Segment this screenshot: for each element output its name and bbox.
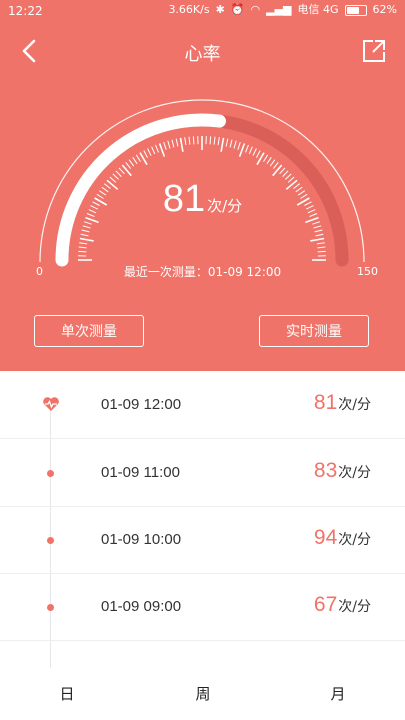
- gauge-tick: [147, 148, 152, 156]
- gauge-tick: [128, 159, 135, 167]
- gauge-tick: [245, 144, 249, 153]
- record-value: 81: [313, 391, 338, 414]
- record-row[interactable]: 01-09 09:00 67次/分: [0, 573, 405, 641]
- period-tabs: 日 周 月: [0, 668, 405, 720]
- tab-week[interactable]: 周: [183, 683, 223, 704]
- record-time: 01-09 12:00: [101, 396, 182, 413]
- live-measure-button[interactable]: 实时测量: [259, 315, 369, 347]
- gauge-tick: [248, 146, 253, 155]
- heart-rate-gauge: [39, 99, 365, 267]
- timeline-dot: [47, 604, 54, 611]
- record-time: 01-09 10:00: [101, 531, 182, 548]
- gauge-tick: [143, 150, 148, 158]
- gauge-tick: [171, 139, 175, 148]
- gauge-tick: [135, 154, 141, 162]
- tab-day[interactable]: 日: [47, 683, 87, 704]
- gauge-max-label: 150: [357, 265, 378, 278]
- record-unit: 次/分: [338, 599, 371, 615]
- gauge-tick: [115, 170, 122, 177]
- gauge-tick: [317, 246, 326, 249]
- gauge-tick: [82, 225, 91, 229]
- gauge-tick: [79, 237, 94, 242]
- record-unit: 次/分: [338, 465, 371, 481]
- last-measured: 最近一次测量：01-09 12:00: [123, 265, 282, 279]
- gauge-tick: [163, 141, 167, 150]
- gauge-tick: [312, 221, 321, 225]
- gauge-tick: [237, 141, 241, 150]
- gauge-tick: [217, 137, 220, 146]
- gauge-tick: [269, 159, 276, 167]
- gauge-tick: [316, 242, 325, 245]
- gauge-tick: [79, 242, 88, 245]
- timeline-dot: [47, 470, 54, 477]
- gauge-tick: [252, 148, 257, 156]
- record-time: 01-09 11:00: [101, 464, 180, 481]
- record-unit: 次/分: [338, 397, 371, 413]
- gauge-tick: [229, 139, 233, 148]
- gauge-tick: [225, 138, 229, 147]
- header-panel: 12:22 3.66K/s ✱ ⏰ ◠ ▂▄▆ 电信 4G 62% 心率 81 次…: [0, 0, 405, 371]
- gauge-tick: [118, 167, 125, 175]
- gauge-tick: [273, 161, 279, 169]
- gauge-tick: [179, 137, 184, 152]
- gauge-tick: [315, 233, 324, 237]
- record-time: 01-09 09:00: [101, 598, 182, 615]
- gauge-tick: [213, 136, 216, 145]
- gauge-tick: [83, 221, 92, 225]
- gauge-tick: [263, 154, 269, 162]
- gauge-tick: [317, 250, 326, 253]
- gauge-tick: [220, 137, 225, 152]
- gauge-tick: [314, 229, 323, 233]
- gauge-tick: [233, 140, 237, 149]
- gauge-tick: [184, 137, 187, 146]
- gauge-tick: [313, 225, 322, 229]
- gauge-tick: [266, 156, 272, 165]
- record-value-wrap: 94次/分: [314, 526, 371, 550]
- gauge-tick: [125, 161, 131, 169]
- row-divider: [0, 640, 405, 641]
- gauge-tick: [155, 144, 159, 153]
- current-reading: 81 次/分: [0, 178, 405, 221]
- gauge-tick: [167, 140, 171, 149]
- record-row[interactable]: 01-09 12:00 81次/分: [0, 371, 405, 439]
- current-value: 81: [162, 178, 206, 220]
- gauge-tick: [78, 246, 87, 249]
- record-value: 67: [313, 593, 338, 616]
- gauge-tick: [132, 156, 138, 165]
- gauge-tick: [310, 237, 325, 242]
- record-value-wrap: 67次/分: [314, 593, 371, 617]
- tab-month[interactable]: 月: [318, 683, 358, 704]
- single-measure-button[interactable]: 单次测量: [34, 315, 144, 347]
- gauge-tick: [238, 143, 246, 157]
- record-value: 83: [313, 459, 338, 482]
- record-row[interactable]: 01-09 10:00 94次/分: [0, 506, 405, 574]
- timeline-dot: [47, 537, 54, 544]
- gauge-tick: [175, 138, 179, 147]
- gauge-tick: [282, 170, 289, 177]
- record-value-wrap: 81次/分: [314, 391, 371, 415]
- heart-icon: [43, 397, 59, 411]
- record-row[interactable]: 01-09 11:00 83次/分: [0, 439, 405, 507]
- gauge-tick: [81, 229, 90, 233]
- gauge-tick: [151, 146, 156, 155]
- gauge-tick: [209, 136, 212, 145]
- gauge-tick: [80, 233, 89, 237]
- gauge-tick: [188, 136, 191, 145]
- gauge-tick: [158, 143, 166, 157]
- gauge-tick: [256, 150, 261, 158]
- gauge-min-label: 0: [36, 265, 43, 278]
- current-unit: 次/分: [207, 197, 243, 215]
- gauge-tick: [192, 136, 195, 145]
- gauge-tick: [279, 167, 286, 175]
- gauge-tick: [272, 164, 283, 177]
- record-value: 94: [313, 526, 338, 549]
- gauge-tick: [121, 164, 132, 177]
- record-value-wrap: 83次/分: [314, 459, 371, 483]
- record-unit: 次/分: [338, 532, 371, 548]
- gauge-tick: [78, 250, 87, 253]
